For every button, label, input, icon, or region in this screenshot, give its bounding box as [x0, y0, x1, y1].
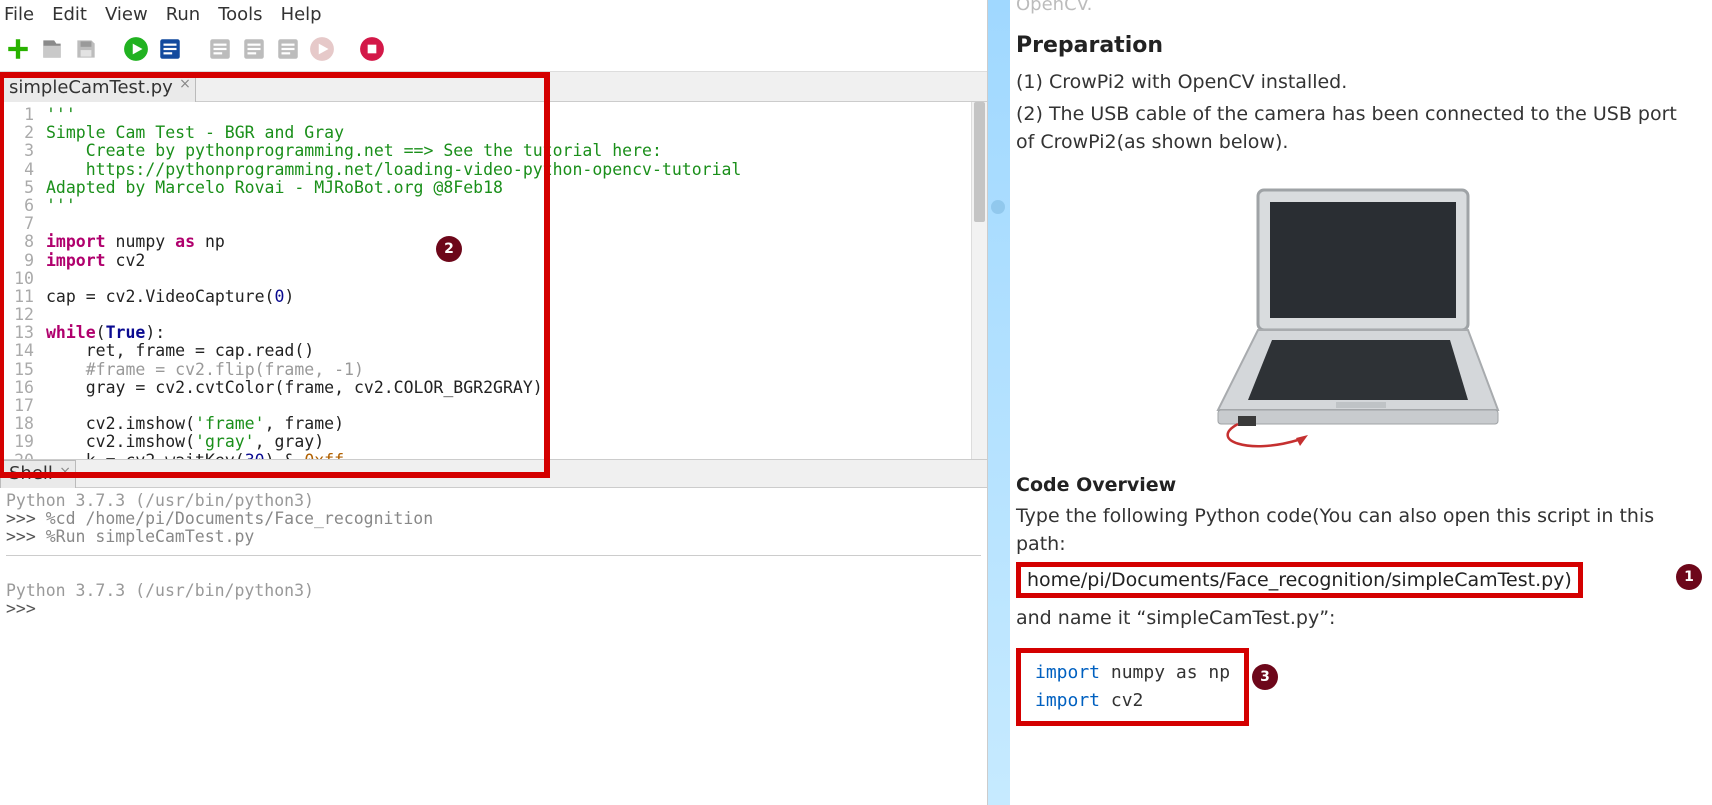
editor-tab[interactable]: simpleCamTest.py × [0, 72, 196, 102]
annotation-badge-1: 1 [1676, 564, 1702, 590]
shell-banner-1: Python 3.7.3 (/usr/bin/python3) [6, 491, 314, 510]
tutorial-prev-line: OpenCV. [1016, 0, 1700, 15]
annotation-badge-3: 3 [1252, 664, 1278, 690]
annotation-badge-2: 2 [436, 236, 462, 262]
editor-tabs: simpleCamTest.py × [0, 72, 987, 102]
debug-button[interactable] [156, 35, 184, 63]
code-editor[interactable]: 1234567891011121314151617181920 '''Simpl… [0, 102, 987, 460]
editor-scrollbar[interactable] [971, 102, 987, 459]
menu-run[interactable]: Run [166, 4, 201, 25]
shell-cmd-1: %cd /home/pi/Documents/Face_recognition [46, 509, 433, 528]
shell-tab-label: Shell [9, 463, 53, 484]
shell-output[interactable]: Python 3.7.3 (/usr/bin/python3) >>> %cd … [0, 488, 987, 805]
menu-bar: File Edit View Run Tools Help [0, 0, 987, 31]
menu-file[interactable]: File [4, 4, 34, 25]
menu-tools[interactable]: Tools [218, 4, 262, 25]
resume-button[interactable] [308, 35, 336, 63]
menu-edit[interactable]: Edit [52, 4, 87, 25]
laptop-illustration [1016, 180, 1700, 460]
tutorial-type-a: Type the following Python code(You can a… [1016, 505, 1496, 527]
step-over-button[interactable] [206, 35, 234, 63]
line-gutter: 1234567891011121314151617181920 [0, 102, 40, 459]
tutorial-pane: OpenCV. Preparation (1) CrowPi2 with Ope… [988, 0, 1712, 805]
shell-prompt: >>> [6, 509, 36, 528]
shell-cmd-2: %Run simpleCamTest.py [46, 527, 255, 546]
step-out-button[interactable] [274, 35, 302, 63]
open-file-button[interactable] [38, 35, 66, 63]
snippet-rest: cv2 [1100, 690, 1143, 711]
snippet-kw: import [1035, 662, 1100, 683]
toolbar [0, 31, 987, 72]
laptop-icon [1188, 180, 1528, 460]
snippet-rest: numpy as np [1100, 662, 1230, 683]
shell-prompt: >>> [6, 599, 36, 618]
scrollbar-thumb[interactable] [974, 102, 985, 222]
tutorial-and-name: and name it “simpleCamTest.py”: [1016, 604, 1700, 632]
scroll-strip[interactable] [988, 0, 1010, 805]
editor-wrap: 2 1234567891011121314151617181920 '''Sim… [0, 102, 987, 460]
shell-tabs: Shell × [0, 460, 987, 488]
save-file-button[interactable] [72, 35, 100, 63]
snippet-kw: import [1035, 690, 1100, 711]
menu-view[interactable]: View [105, 4, 148, 25]
shell-prompt: >>> [6, 527, 36, 546]
tutorial-type-b: this script in [1496, 505, 1619, 527]
preparation-item-1: (1) CrowPi2 with OpenCV installed. [1016, 68, 1700, 96]
code-overview-heading: Code Overview [1016, 474, 1700, 496]
new-file-button[interactable] [4, 35, 32, 63]
shell-tab[interactable]: Shell × [0, 460, 76, 488]
menu-help[interactable]: Help [281, 4, 322, 25]
ide-pane: File Edit View Run Tools Help [0, 0, 988, 805]
shell-banner-2: Python 3.7.3 (/usr/bin/python3) [6, 581, 314, 600]
tutorial-type-line: Type the following Python code(You can a… [1016, 502, 1700, 558]
close-icon[interactable]: × [179, 76, 191, 92]
editor-tab-label: simpleCamTest.py [9, 77, 173, 98]
preparation-heading: Preparation [1016, 33, 1700, 58]
tutorial-code-snippet: import numpy as np import cv2 [1016, 648, 1249, 726]
run-button[interactable] [122, 35, 150, 63]
preparation-item-2: (2) The USB cable of the camera has been… [1016, 100, 1700, 156]
stop-button[interactable] [358, 35, 386, 63]
tutorial-path-highlight: home/pi/Documents/Face_recognition/simpl… [1016, 562, 1583, 598]
code-area[interactable]: '''Simple Cam Test - BGR and Gray Create… [40, 102, 987, 459]
close-icon[interactable]: × [59, 464, 71, 480]
step-into-button[interactable] [240, 35, 268, 63]
